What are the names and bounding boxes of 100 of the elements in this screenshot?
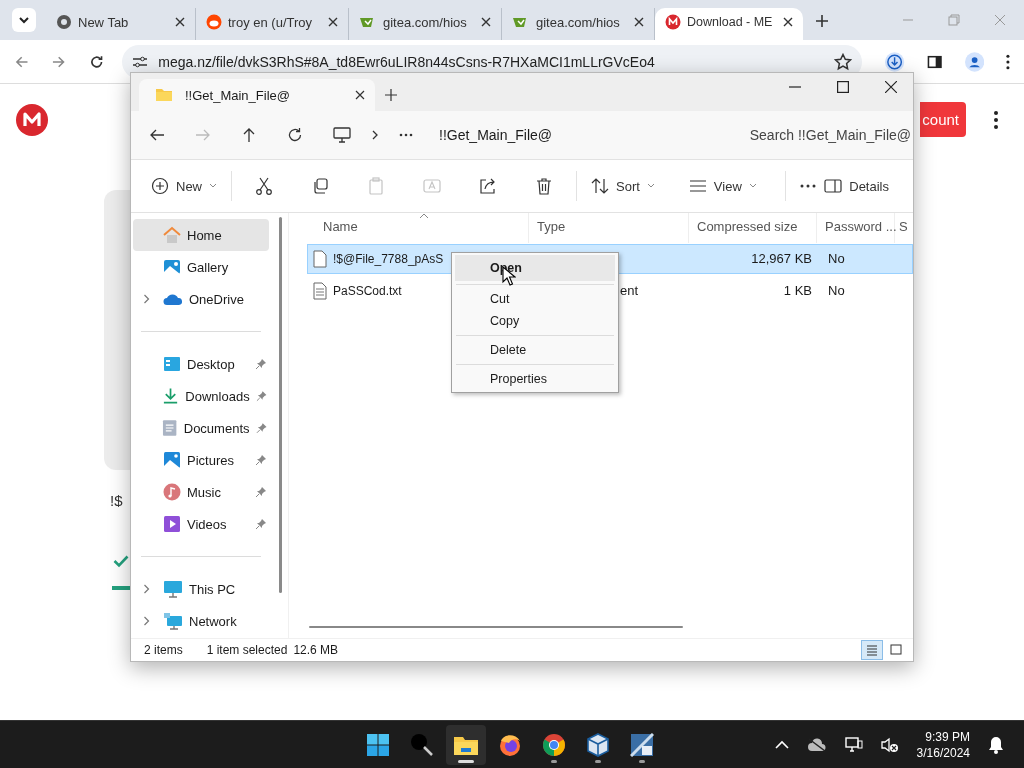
reload-icon[interactable] bbox=[88, 53, 105, 70]
new-tab-icon[interactable] bbox=[815, 14, 829, 28]
tiles-view-icon bbox=[890, 644, 902, 656]
sort-button[interactable]: Sort bbox=[587, 170, 659, 202]
notification-bell-icon[interactable] bbox=[988, 735, 1004, 754]
chevron-up-icon[interactable] bbox=[774, 739, 789, 750]
share-icon bbox=[479, 177, 497, 195]
account-button[interactable]: count bbox=[920, 102, 966, 137]
download-icon[interactable] bbox=[884, 50, 906, 73]
taskbar-app[interactable] bbox=[446, 724, 486, 765]
rename-icon bbox=[423, 177, 441, 195]
copy-icon bbox=[311, 177, 329, 195]
column-header[interactable]: Type bbox=[529, 213, 689, 243]
close-icon[interactable] bbox=[885, 81, 897, 93]
nav-item[interactable]: Desktop bbox=[133, 348, 269, 380]
close-icon[interactable] bbox=[783, 17, 793, 27]
selection-info: 1 item selected bbox=[206, 643, 288, 657]
menu-item[interactable]: Copy bbox=[455, 310, 615, 332]
back-icon[interactable] bbox=[149, 127, 165, 143]
compressed-size-cell-text: 1 KB bbox=[782, 282, 813, 300]
mega-icon bbox=[665, 14, 681, 30]
sort-caret-icon bbox=[419, 213, 429, 219]
maximize-icon[interactable] bbox=[837, 81, 849, 93]
browser-tab[interactable]: Download - ME bbox=[655, 8, 803, 40]
chrome-icon bbox=[56, 14, 72, 30]
tab-title: New Tab bbox=[78, 14, 130, 30]
bookmark-star-icon[interactable] bbox=[834, 52, 853, 71]
clock-date[interactable]: 3/16/2024 bbox=[916, 744, 970, 761]
column-header[interactable]: Name bbox=[293, 213, 529, 243]
pin-icon[interactable] bbox=[255, 358, 267, 370]
close-icon[interactable] bbox=[175, 17, 185, 27]
mute-icon[interactable] bbox=[880, 736, 899, 753]
browser-tab[interactable]: gitea.com/hios bbox=[349, 8, 502, 40]
nav-item[interactable]: Documents bbox=[133, 412, 269, 444]
view-button[interactable]: View bbox=[684, 170, 761, 202]
mega-logo-icon[interactable] bbox=[16, 103, 48, 136]
details-pane-icon bbox=[824, 179, 843, 193]
more-icon bbox=[799, 184, 816, 188]
close-icon[interactable] bbox=[328, 17, 338, 27]
scrollbar-thumb[interactable] bbox=[309, 626, 683, 628]
close-icon[interactable] bbox=[481, 17, 491, 27]
breadcrumb-folder[interactable]: !!Get_Main_File@ bbox=[439, 127, 553, 143]
close-icon[interactable] bbox=[355, 90, 365, 100]
file-name: !$@File_7788_pAsS bbox=[333, 251, 444, 268]
nav-item[interactable]: Network bbox=[133, 605, 269, 637]
cloud-icon[interactable] bbox=[806, 737, 827, 752]
column-header[interactable]: S bbox=[895, 213, 913, 243]
network-icon[interactable] bbox=[844, 736, 863, 753]
site-settings-icon[interactable] bbox=[132, 54, 149, 69]
details-view-icon bbox=[866, 644, 878, 656]
nav-item[interactable]: Videos bbox=[133, 508, 269, 540]
pin-icon[interactable] bbox=[255, 518, 267, 530]
menu-icon[interactable] bbox=[1006, 53, 1010, 70]
windows-icon bbox=[366, 732, 390, 757]
column-header[interactable]: Compressed size bbox=[689, 213, 817, 243]
pin-icon[interactable] bbox=[255, 486, 267, 498]
expand-chevron-icon[interactable] bbox=[143, 584, 150, 594]
up-icon[interactable] bbox=[241, 127, 257, 143]
new-button[interactable]: New bbox=[147, 170, 221, 202]
menu-item[interactable]: Properties bbox=[455, 368, 615, 390]
clock-time[interactable]: 9:39 PM bbox=[925, 728, 970, 745]
side-panel-icon[interactable] bbox=[927, 53, 943, 70]
network-icon bbox=[163, 612, 183, 630]
expand-chevron-icon[interactable] bbox=[143, 294, 150, 304]
file-name: !$ bbox=[110, 492, 123, 509]
nav-item[interactable]: Gallery bbox=[133, 251, 269, 283]
nav-item[interactable]: OneDrive bbox=[133, 283, 269, 315]
pin-icon[interactable] bbox=[255, 390, 267, 402]
new-tab-icon[interactable] bbox=[385, 89, 397, 101]
password-cell-text: No bbox=[827, 282, 846, 300]
pin-icon[interactable] bbox=[255, 454, 267, 466]
folder-icon bbox=[155, 88, 173, 102]
file-icon bbox=[313, 250, 327, 268]
menu-icon[interactable] bbox=[994, 110, 998, 129]
monitor-icon[interactable] bbox=[333, 127, 351, 143]
nav-item[interactable]: Music bbox=[133, 476, 269, 508]
menu-item[interactable]: Cut bbox=[455, 288, 615, 310]
close-icon[interactable] bbox=[634, 17, 644, 27]
profile-icon[interactable] bbox=[964, 51, 985, 72]
tab-search-button[interactable] bbox=[12, 8, 36, 32]
browser-tab[interactable]: troy en (u/Troy bbox=[196, 8, 349, 40]
column-header[interactable]: Password ... bbox=[817, 213, 895, 243]
cut-icon bbox=[255, 177, 273, 195]
browser-tab[interactable]: New Tab bbox=[46, 8, 196, 40]
more-icon[interactable] bbox=[399, 133, 413, 137]
password-cell: No bbox=[820, 244, 913, 274]
nav-item[interactable]: Downloads bbox=[133, 380, 269, 412]
nav-item[interactable]: Pictures bbox=[133, 444, 269, 476]
menu-item[interactable]: Delete bbox=[455, 339, 615, 361]
nav-item[interactable]: Home bbox=[133, 219, 269, 251]
nav-item[interactable]: This PC bbox=[133, 573, 269, 605]
pin-icon[interactable] bbox=[255, 422, 267, 434]
tab-title: troy en (u/Troy bbox=[228, 14, 314, 30]
expand-chevron-icon[interactable] bbox=[143, 616, 150, 626]
refresh-icon[interactable] bbox=[287, 127, 303, 143]
details-view-button[interactable] bbox=[861, 640, 883, 660]
details-pane-button[interactable]: Details bbox=[820, 170, 893, 202]
explorer-tab[interactable]: !!Get_Main_File@ bbox=[139, 79, 375, 111]
reddit-icon bbox=[206, 14, 222, 30]
app-icon bbox=[630, 732, 654, 757]
